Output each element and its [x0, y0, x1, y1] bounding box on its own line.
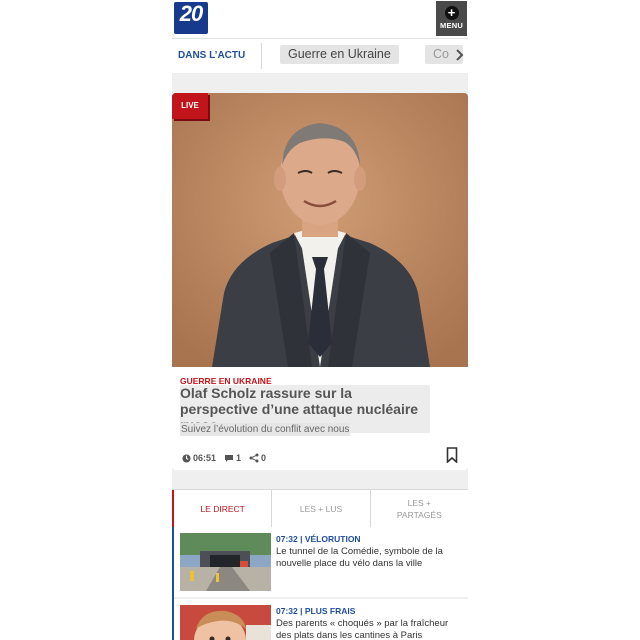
live-feed: 07:32 | VÉLORUTION Le tunnel de la Coméd…	[172, 527, 468, 640]
article-photo[interactable]: LIVE	[172, 93, 468, 367]
comment-count: 1	[236, 453, 242, 463]
portrait-image	[172, 93, 468, 367]
feed-item-title[interactable]: Des parents « choqués » par la fraîcheur…	[276, 618, 461, 640]
share-count: 0	[261, 453, 267, 463]
child-image	[180, 605, 271, 640]
list-item[interactable]: 07:32 | VÉLORUTION Le tunnel de la Coméd…	[174, 527, 468, 597]
share-icon	[249, 453, 259, 463]
chevron-right-icon[interactable]	[456, 49, 464, 61]
feed-tabs: LE DIRECT LES + LUS LES + PARTAGÉS	[172, 489, 468, 528]
list-item[interactable]: 07:32 | PLUS FRAIS Des parents « choqués…	[174, 599, 468, 640]
article-thumbnail[interactable]	[180, 605, 271, 640]
article-thumbnail[interactable]	[180, 533, 271, 591]
plus-icon: +	[444, 6, 459, 20]
mobile-viewport: 20 minutes + MENU DANS L’ACTU Guerre en …	[172, 0, 468, 640]
main-article-card[interactable]: LIVE GUERRE EN UKRAINE Olaf Scholz rassu…	[172, 93, 468, 470]
tab-les-plus-lus[interactable]: LES + LUS	[271, 490, 369, 527]
bookmark-icon[interactable]	[446, 447, 458, 463]
article-time: 06:51	[182, 453, 216, 463]
article-shares[interactable]: 0	[249, 453, 266, 463]
site-header: 20 minutes + MENU	[172, 0, 468, 340]
article-comments[interactable]: 1	[224, 453, 241, 463]
feed-item-time[interactable]: 07:32 | PLUS FRAIS	[276, 606, 355, 616]
article-time-value: 06:51	[193, 453, 217, 463]
trending-bar: DANS L’ACTU Guerre en Ukraine Co	[172, 39, 468, 73]
feed-item-time[interactable]: 07:32 | VÉLORUTION	[276, 534, 361, 544]
comment-icon	[225, 454, 234, 462]
tab-le-direct[interactable]: LE DIRECT	[172, 490, 271, 527]
article-subtitle[interactable]: Suivez l’évolution du conflit avec nous	[180, 423, 351, 436]
article-meta: 06:51 1 0	[182, 453, 266, 463]
trending-label: DANS L’ACTU	[178, 50, 246, 61]
trending-pill-ukraine[interactable]: Guerre en Ukraine	[280, 45, 399, 64]
site-logo[interactable]: 20 minutes	[174, 1, 208, 340]
tab-les-plus-partages-label: LES + PARTAGÉS	[396, 497, 442, 520]
tab-les-plus-partages[interactable]: LES + PARTAGÉS	[369, 490, 468, 527]
menu-label: MENU	[440, 21, 463, 30]
tunnel-image	[180, 533, 271, 591]
logo-number: 20	[179, 1, 203, 26]
divider	[261, 43, 262, 69]
menu-button[interactable]: + MENU	[436, 1, 467, 36]
clock-icon	[182, 453, 191, 463]
live-badge: LIVE	[172, 93, 208, 119]
feed-item-title[interactable]: Le tunnel de la Comédie, symbole de la n…	[276, 546, 461, 570]
